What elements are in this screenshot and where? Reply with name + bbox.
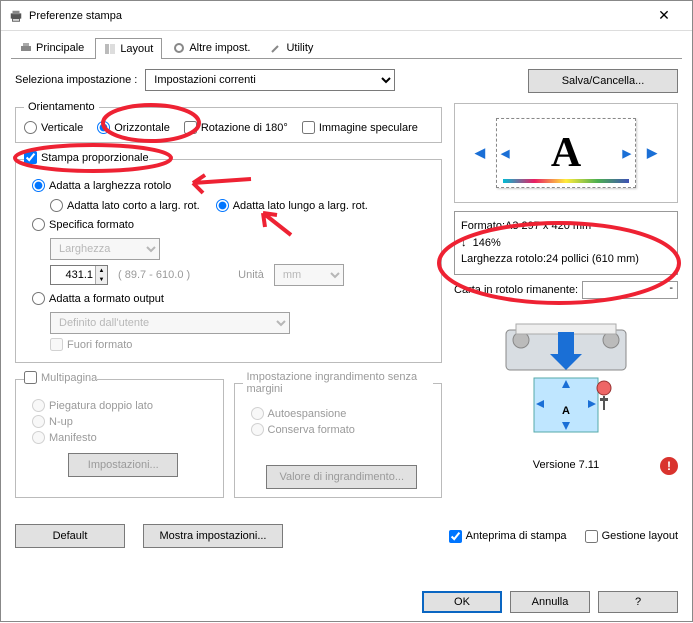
version-label: Versione 7.11 xyxy=(454,459,678,471)
down-arrow-icon: ↓ xyxy=(461,237,467,249)
close-icon[interactable]: ✕ xyxy=(644,7,684,24)
orientation-group: Orientamento Verticale Orizzontale Rotaz… xyxy=(15,101,442,143)
multipage-settings-button: Impostazioni... xyxy=(68,453,178,477)
spin-up-icon[interactable]: ▲ xyxy=(95,266,107,275)
width-dim-combo: Larghezza xyxy=(50,238,160,260)
roll-remaining-value: - xyxy=(582,281,678,299)
printer-small-icon xyxy=(20,42,32,54)
width-spinner[interactable]: ▲▼ xyxy=(50,265,108,285)
unit-label: Unità xyxy=(238,269,264,281)
unit-combo: mm xyxy=(274,264,344,286)
format-label: Formato:A3 297 x 420 mm xyxy=(461,218,671,235)
check-oversize: Fuori formato xyxy=(50,338,132,351)
layout-icon xyxy=(104,43,116,55)
tab-bar: Principale Layout Altre impost. Utility xyxy=(1,31,692,58)
radio-autoexpand: Autoespansione xyxy=(251,407,347,420)
radio-vertical[interactable]: Verticale xyxy=(24,121,83,134)
gear-icon xyxy=(173,42,185,54)
radio-poster: Manifesto xyxy=(32,431,97,444)
tab-other[interactable]: Altre impost. xyxy=(164,37,259,58)
size-info-box: Formato:A3 297 x 420 mm ↓ 146% Larghezza… xyxy=(454,211,678,275)
check-multipage[interactable]: Multipagina xyxy=(24,371,97,384)
radio-fold: Piegatura doppio lato xyxy=(32,399,153,412)
printer-preview: A xyxy=(454,305,678,455)
printer-icon xyxy=(9,9,23,23)
scale-value: 146% xyxy=(473,237,501,249)
cancel-button[interactable]: Annulla xyxy=(510,591,590,613)
radio-fit-long[interactable]: Adatta lato lungo a larg. rot. xyxy=(216,199,368,212)
check-layout-manager[interactable]: Gestione layout xyxy=(585,530,678,543)
proportional-group: Stampa proporzionale Adatta a larghezza … xyxy=(15,151,442,363)
check-proportional[interactable]: Stampa proporzionale xyxy=(24,151,149,164)
spin-down-icon[interactable]: ▼ xyxy=(95,275,107,284)
tab-layout[interactable]: Layout xyxy=(95,38,162,59)
output-size-combo: Definito dall'utente xyxy=(50,312,290,334)
radio-retain: Conserva formato xyxy=(251,423,355,436)
select-setting-combo[interactable]: Impostazioni correnti xyxy=(145,69,395,91)
enlargement-button: Valore di ingrandimento... xyxy=(266,465,417,489)
svg-text:A: A xyxy=(562,405,570,417)
radio-horizontal[interactable]: Orizzontale xyxy=(97,121,170,134)
check-print-preview[interactable]: Anteprima di stampa xyxy=(449,530,567,543)
radio-fit-output[interactable]: Adatta a formato output xyxy=(32,292,164,305)
check-mirror[interactable]: Immagine speculare xyxy=(302,121,418,134)
help-button[interactable]: ? xyxy=(598,591,678,613)
letter-a-icon: A xyxy=(551,129,581,177)
tab-utility[interactable]: Utility xyxy=(261,37,322,58)
radio-specify-format[interactable]: Specifica formato xyxy=(32,218,134,231)
alert-icon[interactable]: ! xyxy=(660,457,678,475)
rollwidth-label: Larghezza rotolo:24 pollici (610 mm) xyxy=(461,251,671,268)
radio-fit-roll[interactable]: Adatta a larghezza rotolo xyxy=(32,179,171,192)
orientation-preview: ◀ ▶ ◀ ▶ A xyxy=(454,103,678,203)
default-button[interactable]: Default xyxy=(15,524,125,548)
multipage-group: Multipagina Piegatura doppio lato N-up M… xyxy=(15,371,224,498)
select-setting-label: Seleziona impostazione : xyxy=(15,74,137,86)
roll-remaining-label: Carta in rotolo rimanente: xyxy=(454,284,578,296)
check-rotate180[interactable]: Rotazione di 180° xyxy=(184,121,288,134)
wrench-icon xyxy=(270,42,282,54)
tab-main[interactable]: Principale xyxy=(11,37,93,58)
save-delete-button[interactable]: Salva/Cancella... xyxy=(528,69,678,93)
show-settings-button[interactable]: Mostra impostazioni... xyxy=(143,524,283,548)
radio-nup: N-up xyxy=(32,415,73,428)
borderless-group: Impostazione ingrandimento senza margini… xyxy=(234,371,443,498)
window-title: Preferenze stampa xyxy=(29,10,644,22)
width-range: ( 89.7 - 610.0 ) xyxy=(118,269,190,281)
ok-button[interactable]: OK xyxy=(422,591,502,613)
radio-fit-short[interactable]: Adatta lato corto a larg. rot. xyxy=(50,199,200,212)
